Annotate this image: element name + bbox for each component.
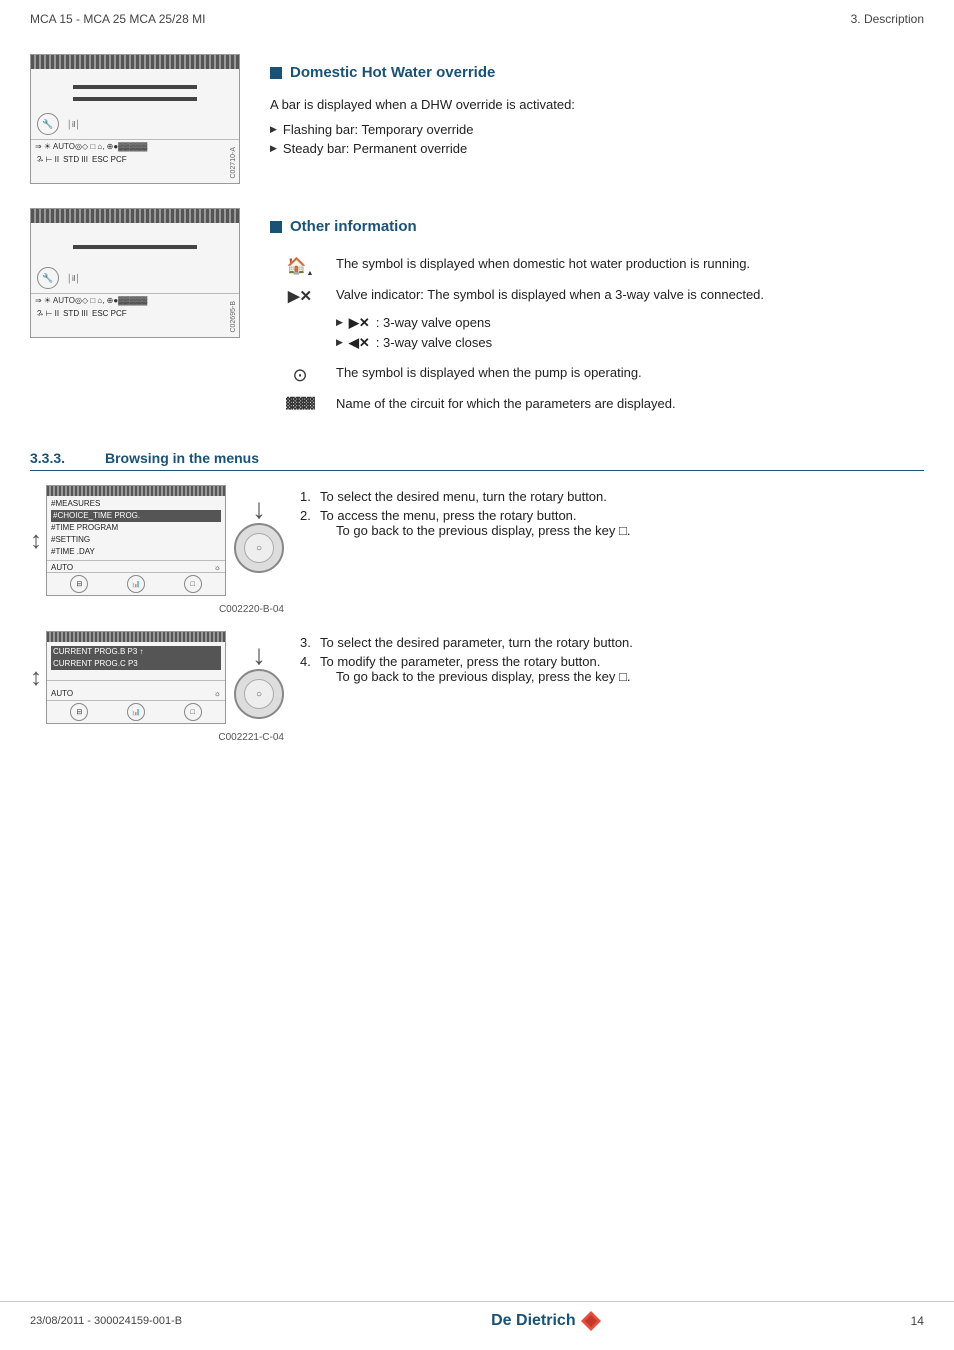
step-2: To access the menu, press the rotary but… [300, 508, 924, 538]
sym-valve: ▶✕ [270, 282, 330, 310]
other-device-image: 🔧 │il│ ⇒ ☀ AUTO◎◇ □ ⌂, ⊕●▓▓▓▓▓ ? ⊢ II ST… [30, 208, 250, 426]
device-box-1: 🔧 │il│ ⇒ ☀ AUTO◎◇ □ ⌂, ⊕●▓▓▓▓▓ ? ⊢ II ST… [30, 54, 240, 184]
steps-1-2: To select the desired menu, turn the rot… [300, 489, 924, 538]
device-icon-circle: 🔧 [37, 113, 59, 135]
menu2-auto: AUTO [51, 689, 73, 698]
menu2-sym: ☼ [214, 689, 221, 698]
menu-box-1: #MEASURES #CHOICE_TIME PROG. #TIME PROGR… [46, 485, 226, 596]
menu2-icon2: 📊 [127, 703, 145, 721]
arrow-down-2: ↓ [252, 641, 266, 669]
menu1-icon1: ⊟ [70, 575, 88, 593]
menu1-sym: ☼ [214, 563, 221, 572]
sym-circuit: ▓▓▓▓▓ [270, 391, 330, 416]
info-dhw-text: The symbol is displayed when domestic ho… [330, 251, 924, 282]
step-4: To modify the parameter, press the rotar… [300, 654, 924, 684]
menu2-item1: CURRENT PROG.B P3 ↑ [51, 646, 221, 658]
other-info-table: 🏠▲ The symbol is displayed when domestic… [270, 251, 924, 416]
info-circuit-text: Name of the circuit for which the parame… [330, 391, 924, 416]
diagram2-label: C002221-C-04 [30, 732, 284, 743]
bullet-flashing: Flashing bar: Temporary override [270, 122, 924, 137]
diagram-1-left: ↕ #MEASURES #CHOICE_TIME PROG. #TIME PRO… [30, 485, 284, 615]
other-heading-text: Other information [290, 218, 417, 235]
footer-logo: De Dietrich [491, 1310, 601, 1332]
valve-opens-bullet: ▶✕ : 3-way valve opens [336, 315, 918, 331]
dhw-device-image: 🔧 │il│ ⇒ ☀ AUTO◎◇ □ ⌂, ⊕●▓▓▓▓▓ ? ⊢ II ST… [30, 54, 250, 184]
info-row-valve: ▶✕ Valve indicator: The symbol is displa… [270, 282, 924, 310]
menu-item-choice: #CHOICE_TIME PROG. [51, 510, 221, 522]
step-3: To select the desired parameter, turn th… [300, 635, 924, 650]
menu2-item2: CURRENT PROG.C P3 [51, 658, 221, 670]
footer-right: 14 [911, 1314, 924, 1328]
dhw-heading-text: Domestic Hot Water override [290, 64, 495, 81]
device-box-2: 🔧 │il│ ⇒ ☀ AUTO◎◇ □ ⌂, ⊕●▓▓▓▓▓ ? ⊢ II ST… [30, 208, 240, 338]
menu-box-2: CURRENT PROG.B P3 ↑ CURRENT PROG.C P3 AU… [46, 631, 226, 724]
other-heading-bullet [270, 221, 282, 233]
footer-left: 23/08/2011 - 300024159-001-B [30, 1315, 182, 1327]
rotary-inner-2: ○ [244, 679, 274, 709]
device-icon-circle-2: 🔧 [37, 267, 59, 289]
menu2-icon3: □ [184, 703, 202, 721]
rotary-inner-1: ○ [244, 533, 274, 563]
dhw-bullets: Flashing bar: Temporary override Steady … [270, 122, 924, 156]
steps-3-4: To select the desired parameter, turn th… [300, 635, 924, 684]
subsection-number: 3.3.3. [30, 450, 85, 466]
valve-sub-bullets: ▶✕ : 3-way valve opens ◀✕ : 3-way valve … [336, 315, 918, 351]
rotary-knob-2: ○ [234, 669, 284, 719]
rotary-knob-1: ○ [234, 523, 284, 573]
valve-closes-bullet: ◀✕ : 3-way valve closes [336, 335, 918, 351]
other-heading: Other information [270, 218, 924, 235]
sym-dhw: 🏠▲ [270, 251, 330, 282]
dhw-description-text: A bar is displayed when a DHW override i… [270, 97, 924, 112]
info-row-dhw: 🏠▲ The symbol is displayed when domestic… [270, 251, 924, 282]
menu2-icon1: ⊟ [70, 703, 88, 721]
sym-pump: ⊙ [270, 360, 330, 391]
subsection-title: Browsing in the menus [105, 450, 259, 466]
heading-bullet [270, 67, 282, 79]
menu1-icon3: □ [184, 575, 202, 593]
diagram1-label: C002220-B-04 [30, 604, 284, 615]
dhw-description: Domestic Hot Water override A bar is dis… [270, 54, 924, 184]
header-right: 3. Description [851, 12, 924, 26]
menu-item-time-prog: #TIME PROGRAM [51, 522, 221, 534]
menu1-icon2: 📊 [127, 575, 145, 593]
rotary-1: ↓ ○ [234, 495, 284, 573]
bullet-steady: Steady bar: Permanent override [270, 141, 924, 156]
step2-sub: To go back to the previous display, pres… [320, 523, 631, 538]
menu-item-time-day: #TIME .DAY [51, 546, 221, 558]
rotary-2: ↓ ○ [234, 641, 284, 719]
arrow-down-1: ↓ [252, 495, 266, 523]
step4-sub: To go back to the previous display, pres… [320, 669, 631, 684]
diagram-2-left: ↕ CURRENT PROG.B P3 ↑ CURRENT PROG.C P3 … [30, 631, 284, 743]
info-row-valve-sub1: ▶✕ : 3-way valve opens ◀✕ : 3-way valve … [270, 310, 924, 360]
info-row-circuit: ▓▓▓▓▓ Name of the circuit for which the … [270, 391, 924, 416]
logo-text: De Dietrich [491, 1312, 575, 1330]
info-row-pump: ⊙ The symbol is displayed when the pump … [270, 360, 924, 391]
step-1: To select the desired menu, turn the rot… [300, 489, 924, 504]
info-pump-text: The symbol is displayed when the pump is… [330, 360, 924, 391]
logo-icon [580, 1310, 602, 1332]
diagram-1-container: ↕ #MEASURES #CHOICE_TIME PROG. #TIME PRO… [30, 485, 924, 615]
menu-item-setting: #SETTING [51, 534, 221, 546]
header-left: MCA 15 - MCA 25 MCA 25/28 MI [30, 12, 205, 26]
menu1-auto: AUTO [51, 563, 73, 572]
menu-item-measures: #MEASURES [51, 498, 221, 510]
page-header: MCA 15 - MCA 25 MCA 25/28 MI 3. Descript… [0, 0, 954, 34]
page-footer: 23/08/2011 - 300024159-001-B De Dietrich… [0, 1301, 954, 1332]
diagram-2-right: To select the desired parameter, turn th… [300, 631, 924, 688]
other-info-section: Other information 🏠▲ The symbol is displ… [270, 208, 924, 426]
dhw-heading: Domestic Hot Water override [270, 64, 924, 81]
info-valve-text: Valve indicator: The symbol is displayed… [330, 282, 924, 310]
browsing-heading: 3.3.3. Browsing in the menus [30, 450, 924, 471]
diagram-2-container: ↕ CURRENT PROG.B P3 ↑ CURRENT PROG.C P3 … [30, 631, 924, 743]
diagram-1-right: To select the desired menu, turn the rot… [300, 485, 924, 542]
